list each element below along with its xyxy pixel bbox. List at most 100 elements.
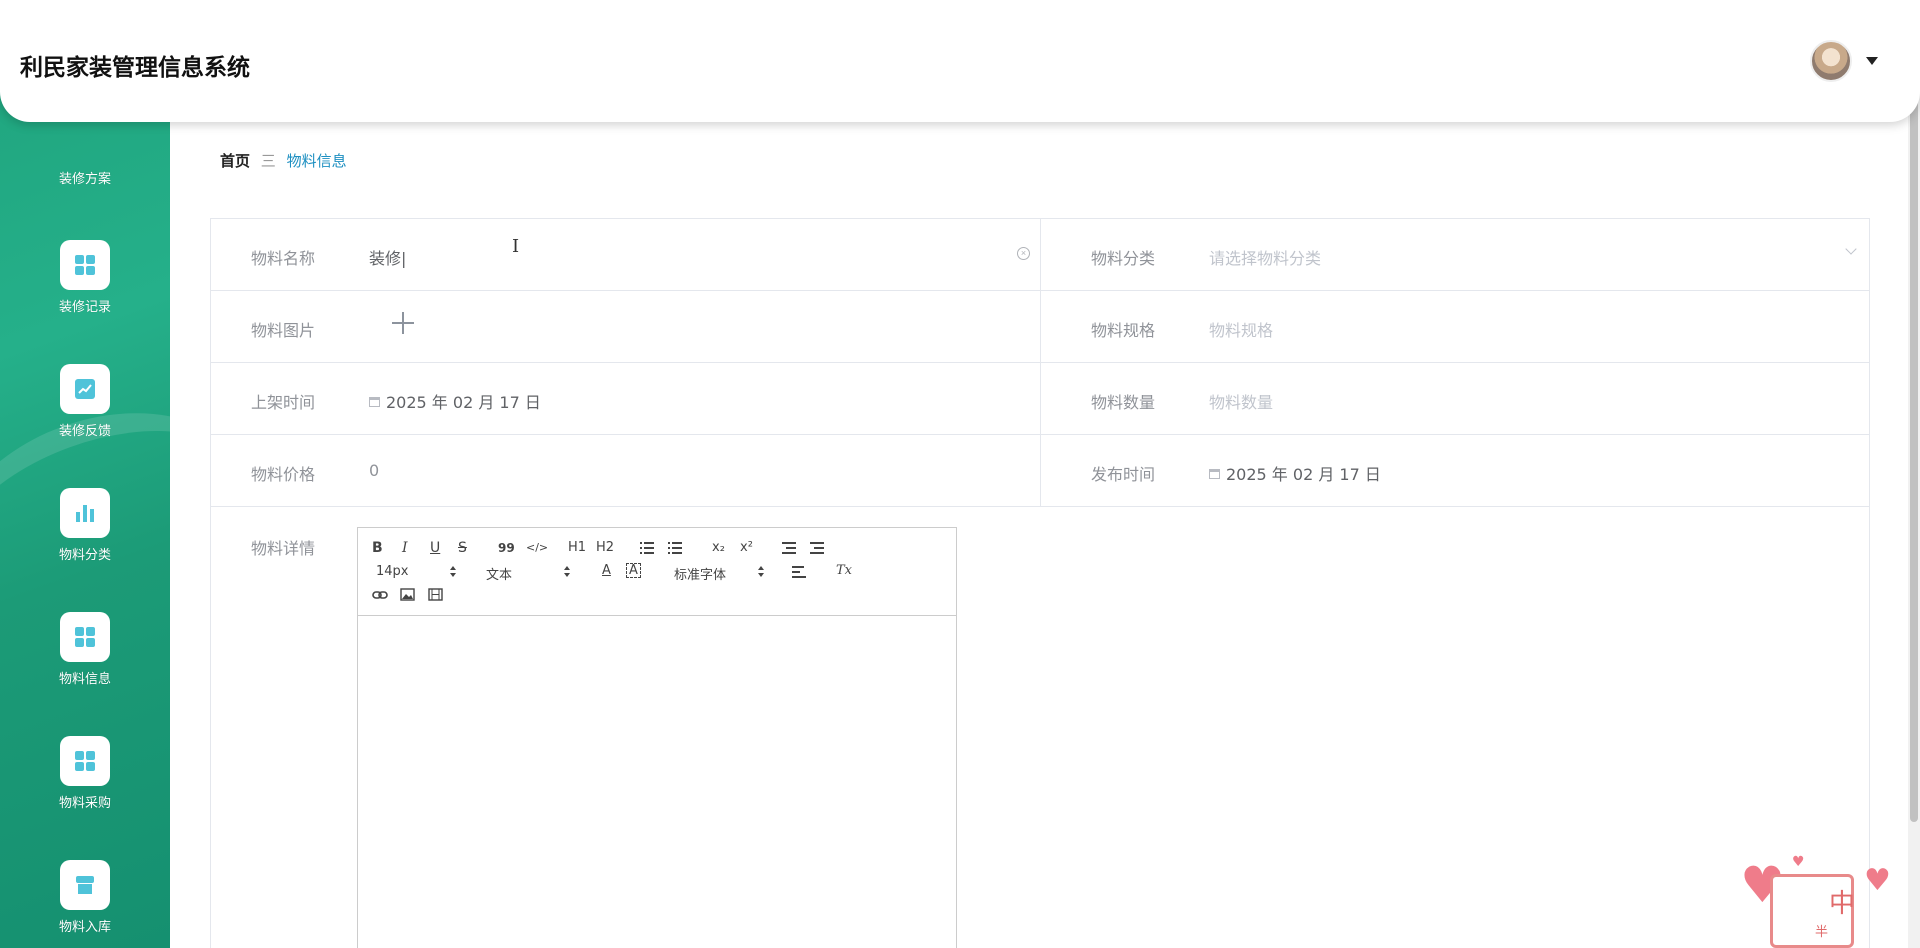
calendar-icon (1209, 469, 1220, 479)
scrollbar[interactable] (1908, 0, 1920, 948)
publish-time-picker[interactable]: 2025 年 02 月 17 日 (1209, 461, 1381, 485)
video-icon[interactable] (428, 588, 443, 606)
line-chart-icon (60, 364, 110, 414)
quantity-field: 物料数量 物料数量 (1041, 363, 1869, 434)
h2-button[interactable]: H2 (596, 540, 614, 556)
quote-button[interactable]: 99 (498, 540, 515, 556)
image-field: 物料图片 (211, 291, 1041, 362)
decorative-stamp: ♥ ♥ ♥ 中 半 (1740, 854, 1891, 948)
font-color-button[interactable]: A (602, 563, 611, 579)
font-size-select[interactable]: 14px (376, 564, 409, 579)
editor-toolbar: B I U S 99 </> H1 H2 x₂ x² 14px 文本 A A 标… (358, 528, 956, 616)
text-cursor-icon: I (512, 236, 520, 257)
clean-format-button[interactable]: Tx (836, 563, 852, 579)
rich-text-editor: B I U S 99 </> H1 H2 x₂ x² 14px 文本 A A 标… (357, 527, 957, 948)
stamp-char: 中 (1829, 889, 1856, 919)
sidebar-item-label: 物料信息 (58, 672, 111, 687)
sidebar-item-material-info[interactable]: 物料信息 (0, 612, 170, 687)
category-select[interactable]: 请选择物料分类 (1209, 245, 1321, 269)
header: 利民家装管理信息系统 (0, 0, 1920, 122)
field-label: 发布时间 (1091, 465, 1156, 484)
shelf-time-picker[interactable]: 2025 年 02 月 17 日 (369, 389, 541, 413)
name-input[interactable]: 装修| (369, 245, 406, 269)
shelf-time-value: 2025 年 02 月 17 日 (386, 393, 541, 412)
price-field: 物料价格 0 (211, 435, 1041, 506)
heart-icon: ♥ (1792, 854, 1805, 870)
sidebar-item-label: 装修反馈 (58, 424, 111, 439)
spec-input[interactable]: 物料规格 (1209, 317, 1273, 341)
align-icon[interactable] (792, 566, 806, 578)
shelf-time-field: 上架时间 2025 年 02 月 17 日 (211, 363, 1041, 434)
updown-icon (758, 566, 764, 578)
field-label: 物料分类 (1091, 249, 1156, 268)
link-icon[interactable] (372, 588, 388, 607)
caret-down-icon[interactable] (1866, 57, 1878, 65)
avatar[interactable] (1810, 40, 1852, 82)
plus-icon[interactable] (392, 312, 414, 334)
store-icon (60, 860, 110, 910)
stamp-box: 中 半 (1770, 874, 1856, 948)
sidebar-item-label: 装修方案 (58, 172, 111, 187)
sidebar-item-label: 物料采购 (58, 796, 111, 811)
breadcrumb-current: 物料信息 (286, 152, 347, 170)
grid-icon (60, 736, 110, 786)
heart-icon: ♥ (1864, 863, 1891, 898)
chevron-down-icon[interactable] (1845, 243, 1857, 255)
sidebar-item-material-storage[interactable]: 物料入库 (0, 860, 170, 935)
breadcrumb: 首页 三 物料信息 (220, 150, 347, 171)
font-family-select[interactable]: 标准字体 (674, 564, 726, 583)
background-color-button[interactable]: A (626, 563, 641, 578)
app-title: 利民家装管理信息系统 (20, 55, 250, 81)
image-icon[interactable] (400, 588, 415, 606)
field-label: 上架时间 (251, 393, 316, 412)
sidebar-item-renovation-feedback[interactable]: 装修反馈 (0, 364, 170, 439)
underline-button[interactable]: U (430, 540, 440, 556)
bullet-list-icon[interactable] (668, 542, 682, 554)
quantity-input[interactable]: 物料数量 (1209, 389, 1273, 413)
calendar-icon (369, 397, 380, 407)
scrollbar-thumb[interactable] (1910, 2, 1918, 822)
updown-icon (450, 566, 456, 578)
clear-icon[interactable]: × (1017, 247, 1030, 260)
subscript-button[interactable]: x₂ (712, 540, 725, 556)
name-field: 物料名称 装修| × (211, 219, 1041, 290)
field-label: 物料详情 (251, 539, 316, 558)
breadcrumb-home[interactable]: 首页 (220, 152, 250, 170)
bar-chart-icon (60, 488, 110, 538)
grid-icon (60, 612, 110, 662)
header-select[interactable]: 文本 (486, 564, 512, 583)
italic-button[interactable]: I (402, 540, 408, 556)
price-input[interactable]: 0 (369, 461, 379, 480)
h1-button[interactable]: H1 (568, 540, 586, 556)
breadcrumb-separator: 三 (260, 152, 276, 170)
indent-icon[interactable] (810, 542, 824, 554)
form-row: 物料图片 物料规格 物料规格 (211, 291, 1869, 363)
form-row: 上架时间 2025 年 02 月 17 日 物料数量 物料数量 (211, 363, 1869, 435)
material-form: 物料名称 装修| × 物料分类 请选择物料分类 物料图片 物料规格 物料规格 上… (210, 218, 1870, 948)
bold-button[interactable]: B (372, 540, 383, 556)
grid-icon (60, 240, 110, 290)
field-label: 物料规格 (1091, 321, 1156, 340)
sidebar-item-renovation-plan[interactable]: 装修方案 (0, 168, 170, 187)
outdent-icon[interactable] (782, 542, 796, 554)
category-field: 物料分类 请选择物料分类 (1041, 219, 1869, 290)
sidebar-item-renovation-record[interactable]: 装修记录 (0, 240, 170, 315)
form-row: 物料名称 装修| × 物料分类 请选择物料分类 (211, 219, 1869, 291)
code-button[interactable]: </> (526, 540, 548, 556)
updown-icon (564, 566, 570, 578)
sidebar-item-label: 装修记录 (58, 300, 111, 315)
stamp-sub: 半 (1815, 925, 1829, 940)
superscript-button[interactable]: x² (740, 540, 753, 556)
form-row: 物料价格 0 发布时间 2025 年 02 月 17 日 (211, 435, 1869, 507)
editor-content[interactable] (358, 617, 956, 947)
field-label: 物料图片 (251, 321, 316, 340)
sidebar-item-label: 物料入库 (58, 920, 111, 935)
sidebar-item-material-category[interactable]: 物料分类 (0, 488, 170, 563)
sidebar-item-label: 物料分类 (58, 548, 111, 563)
publish-time-field: 发布时间 2025 年 02 月 17 日 (1041, 435, 1869, 506)
strike-button[interactable]: S (458, 540, 467, 556)
ordered-list-icon[interactable] (640, 542, 654, 554)
sidebar: 装修方案 装修记录 装修反馈 物料分类 物料信息 物料采购 物料入库 (0, 0, 170, 948)
sidebar-item-material-purchase[interactable]: 物料采购 (0, 736, 170, 811)
field-label: 物料名称 (251, 249, 316, 268)
